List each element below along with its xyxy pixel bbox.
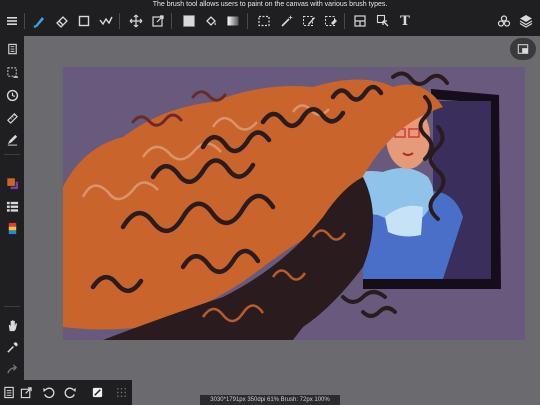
sidebar-divider <box>4 306 20 307</box>
hand-tool-icon[interactable] <box>3 316 21 334</box>
history-icon[interactable] <box>3 86 21 104</box>
artwork-illustration <box>63 71 501 340</box>
menu-icon[interactable] <box>3 12 21 30</box>
redo-arrow-icon[interactable] <box>3 360 21 378</box>
toolbar-divider <box>119 13 120 29</box>
fill-color-icon[interactable] <box>180 12 198 30</box>
redo-icon[interactable] <box>61 384 79 401</box>
bottom-toolbar <box>0 380 132 405</box>
color-swatch-icon[interactable] <box>3 174 21 192</box>
clear-layer-icon[interactable] <box>88 384 106 401</box>
text-tool-icon[interactable]: T <box>396 12 414 30</box>
ruler-icon[interactable] <box>3 108 21 126</box>
panel-toggle-icon <box>517 44 529 54</box>
export-icon[interactable] <box>17 384 35 401</box>
grid-dots-icon[interactable] <box>112 384 130 401</box>
new-page-icon[interactable] <box>0 384 18 401</box>
transform-tool-icon[interactable] <box>149 12 167 30</box>
drawing-canvas[interactable] <box>63 67 525 340</box>
eyedropper-icon[interactable] <box>3 338 21 356</box>
pages-icon[interactable] <box>3 40 21 58</box>
selection-eraser-icon[interactable] <box>322 12 340 30</box>
top-toolbar: The brush tool allows users to paint on … <box>0 0 540 36</box>
selection-pen-icon[interactable] <box>300 12 318 30</box>
panel-toggle-button[interactable] <box>510 38 536 60</box>
layer-list-icon[interactable] <box>3 197 21 215</box>
tooltip-text: The brush tool allows users to paint on … <box>152 1 388 8</box>
toolbar-divider <box>171 13 172 29</box>
toolbar-divider <box>24 13 25 29</box>
magic-wand-icon[interactable] <box>278 12 296 30</box>
sidebar-divider <box>4 154 20 155</box>
paint-bucket-icon[interactable] <box>202 12 220 30</box>
color-palette-icon[interactable] <box>3 219 21 237</box>
toolbar-divider <box>247 13 248 29</box>
brush-tool-icon[interactable] <box>30 12 48 30</box>
eraser-icon[interactable] <box>53 12 71 30</box>
materials-icon[interactable] <box>495 12 513 30</box>
undo-icon[interactable] <box>39 384 57 401</box>
layers-icon[interactable] <box>517 12 535 30</box>
frame-divider-icon[interactable] <box>351 12 369 30</box>
move-tool-icon[interactable] <box>127 12 145 30</box>
toolbar-divider <box>344 13 345 29</box>
selection-rect-icon[interactable] <box>255 12 273 30</box>
selection-menu-icon[interactable] <box>3 63 21 81</box>
stroke-smoothing-icon[interactable] <box>97 12 115 30</box>
status-readout: 3030*1791px 350dpi 61% Brush: 72px 100% <box>200 395 340 405</box>
cursor-select-icon[interactable] <box>374 12 392 30</box>
pen-settings-icon[interactable] <box>3 130 21 148</box>
gradient-icon[interactable] <box>224 12 242 30</box>
shape-tool-icon[interactable] <box>75 12 93 30</box>
left-sidebar <box>0 36 24 380</box>
